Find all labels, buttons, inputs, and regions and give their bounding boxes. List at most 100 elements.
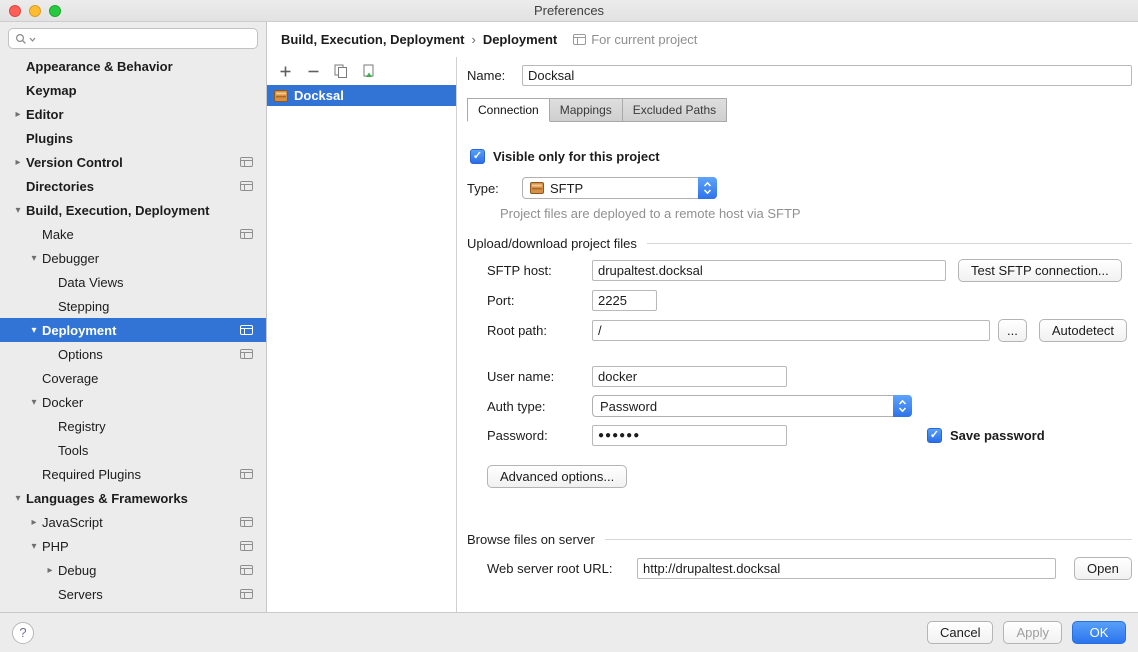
sidebar-item-label: Build, Execution, Deployment [26,203,209,218]
remove-icon[interactable] [305,63,321,79]
tree-expand-arrow-icon[interactable]: ▾ [10,493,26,504]
auth-type-dropdown[interactable]: Password [592,395,912,417]
sidebar-item-label: Plugins [26,131,73,146]
tab-connection[interactable]: Connection [467,98,550,122]
port-label: Port: [487,293,592,308]
web-root-url-label: Web server root URL: [487,561,637,576]
port-input[interactable] [592,290,657,311]
sidebar-item-javascript[interactable]: ▸ JavaScript [0,510,266,534]
settings-tree: Appearance & Behavior Keymap ▸ Editor Pl… [0,54,266,612]
sidebar-item-label: Stepping [58,299,109,314]
help-button[interactable]: ? [12,622,34,644]
tree-expand-arrow-icon[interactable]: ▾ [26,253,42,264]
connection-tabs: Connection Mappings Excluded Paths [467,98,1132,122]
sidebar-item-directories[interactable]: Directories [0,174,266,198]
sidebar-item-debug[interactable]: ▸ Debug [0,558,266,582]
settings-search-input[interactable] [38,32,251,46]
sidebar-item-plugins[interactable]: Plugins [0,126,266,150]
password-input[interactable] [592,425,787,446]
per-project-settings-icon [240,589,253,599]
type-hint: Project files are deployed to a remote h… [500,206,1132,221]
sftp-host-input[interactable] [592,260,946,281]
visible-only-label: Visible only for this project [493,149,660,164]
tab-mappings[interactable]: Mappings [549,98,623,122]
sidebar-item-tools[interactable]: Tools [0,438,266,462]
sidebar-item-languages-frameworks[interactable]: ▾ Languages & Frameworks [0,486,266,510]
root-path-browse-button[interactable]: ... [998,319,1027,342]
settings-search-box[interactable] [8,28,258,49]
tree-expand-arrow-icon[interactable]: ▾ [26,325,42,336]
apply-button[interactable]: Apply [1003,621,1062,644]
sidebar-item-required-plugins[interactable]: Required Plugins [0,462,266,486]
root-path-label: Root path: [487,323,592,338]
tree-expand-arrow-icon[interactable]: ▾ [10,205,26,216]
sidebar-item-version-control[interactable]: ▸ Version Control [0,150,266,174]
tree-expand-arrow-icon[interactable]: ▸ [10,157,26,168]
paste-icon[interactable] [361,63,377,79]
sidebar-item-label: Required Plugins [42,467,141,482]
name-input[interactable] [522,65,1132,86]
root-path-input[interactable] [592,320,990,341]
sftp-type-icon [530,182,544,194]
sidebar-item-registry[interactable]: Registry [0,414,266,438]
cancel-button[interactable]: Cancel [927,621,993,644]
settings-sidebar: Appearance & Behavior Keymap ▸ Editor Pl… [0,22,267,612]
tree-expand-arrow-icon[interactable]: ▾ [26,397,42,408]
sidebar-item-label: Debug [58,563,96,578]
search-options-chevron-icon[interactable] [29,33,36,45]
sidebar-item-stepping[interactable]: Stepping [0,294,266,318]
sidebar-item-servers[interactable]: Servers [0,582,266,606]
sidebar-item-appearance-behavior[interactable]: Appearance & Behavior [0,54,266,78]
sidebar-item-editor[interactable]: ▸ Editor [0,102,266,126]
sidebar-item-coverage[interactable]: Coverage [0,366,266,390]
advanced-options-button[interactable]: Advanced options... [487,465,627,488]
sidebar-item-label: Options [58,347,103,362]
sidebar-item-label: Directories [26,179,94,194]
titlebar: Preferences [0,0,1138,22]
sidebar-item-label: JavaScript [42,515,103,530]
ok-button[interactable]: OK [1072,621,1126,644]
type-dropdown[interactable]: SFTP [522,177,717,199]
sidebar-item-keymap[interactable]: Keymap [0,78,266,102]
web-root-url-input[interactable] [637,558,1056,579]
tree-expand-arrow-icon[interactable]: ▸ [26,517,42,528]
tree-expand-arrow-icon[interactable]: ▸ [42,565,58,576]
copy-icon[interactable] [333,63,349,79]
sidebar-item-label: Docker [42,395,83,410]
server-name: Docksal [294,88,344,103]
sidebar-item-make[interactable]: Make [0,222,266,246]
tree-expand-arrow-icon[interactable]: ▾ [26,541,42,552]
sidebar-item-php[interactable]: ▾ PHP [0,534,266,558]
server-list-item-docksal[interactable]: Docksal [267,85,456,106]
dropdown-stepper-icon [893,395,912,417]
sidebar-item-debugger[interactable]: ▾ Debugger [0,246,266,270]
save-password-label: Save password [950,428,1045,443]
open-button[interactable]: Open [1074,557,1132,580]
autodetect-button[interactable]: Autodetect [1039,319,1127,342]
per-project-settings-icon [240,157,253,167]
sidebar-item-options[interactable]: Options [0,342,266,366]
breadcrumb-item-build-execution-deployment[interactable]: Build, Execution, Deployment [281,32,464,47]
server-list-panel: Docksal [267,57,457,612]
visible-only-checkbox[interactable]: ✓ [470,149,485,164]
sidebar-item-label: Coverage [42,371,98,386]
dialog-footer: ? Cancel Apply OK [0,612,1138,652]
sidebar-item-build-execution-deployment[interactable]: ▾ Build, Execution, Deployment [0,198,266,222]
preferences-window: Preferences Appearance & Behavior [0,0,1138,652]
sidebar-item-label: Data Views [58,275,124,290]
save-password-checkbox[interactable]: ✓ [927,428,942,443]
breadcrumb-separator: › [471,32,475,47]
sidebar-item-docker[interactable]: ▾ Docker [0,390,266,414]
user-name-label: User name: [487,369,592,384]
deployment-form: Name: Connection Mappings Excluded Paths… [457,57,1138,612]
tab-excluded-paths[interactable]: Excluded Paths [622,98,727,122]
breadcrumb-item-deployment[interactable]: Deployment [483,32,557,47]
user-name-input[interactable] [592,366,787,387]
sidebar-item-data-views[interactable]: Data Views [0,270,266,294]
tree-expand-arrow-icon[interactable]: ▸ [10,109,26,120]
add-icon[interactable] [277,63,293,79]
test-sftp-connection-button[interactable]: Test SFTP connection... [958,259,1122,282]
scope-label: For current project [591,32,697,47]
sidebar-item-label: Tools [58,443,88,458]
sidebar-item-deployment[interactable]: ▾ Deployment [0,318,266,342]
